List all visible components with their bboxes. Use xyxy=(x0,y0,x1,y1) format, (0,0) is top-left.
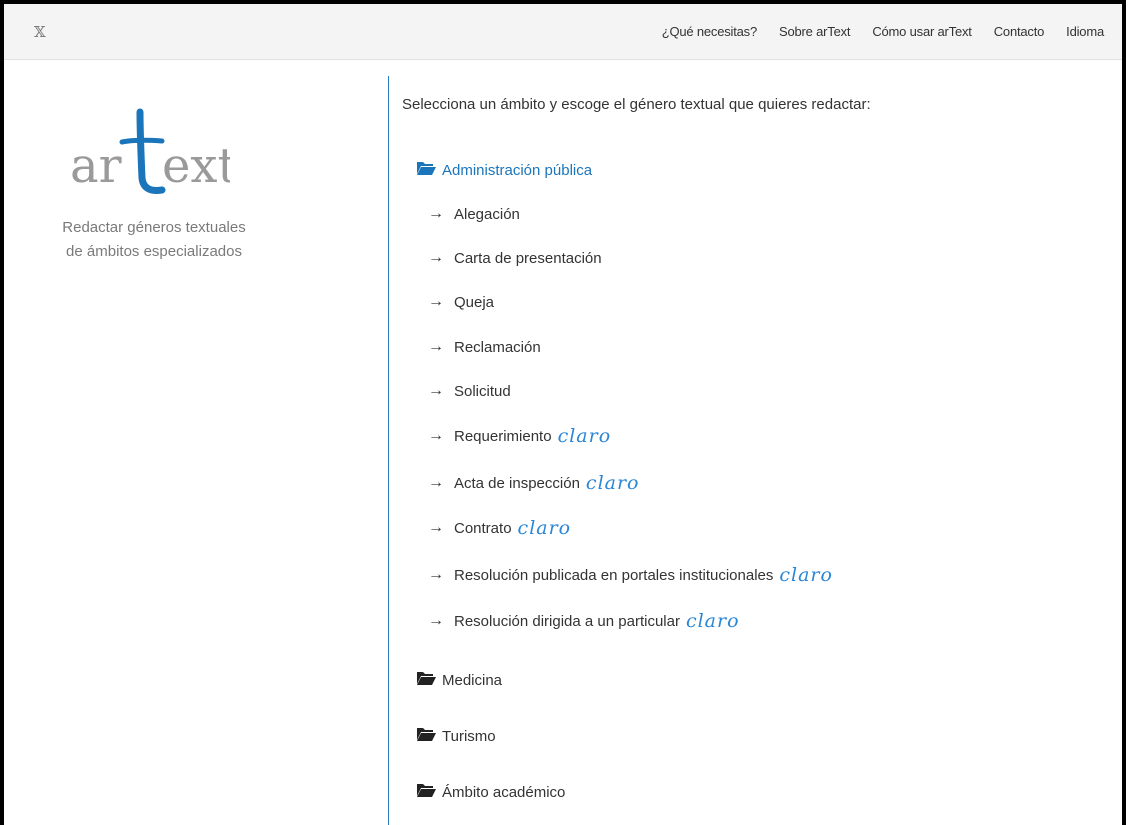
category-administracion-publica[interactable]: Administración pública xyxy=(416,160,592,180)
arrow-right-icon: → xyxy=(428,382,444,399)
claro-tag: claro xyxy=(517,517,572,539)
arrow-right-icon: → xyxy=(428,293,444,310)
tagline-line-2: de ámbitos especializados xyxy=(66,243,242,260)
tagline-line-1: Redactar géneros textuales xyxy=(62,219,246,236)
genre-label: Solicitud xyxy=(454,382,511,400)
arrow-right-icon: → xyxy=(428,474,444,491)
genre-label: Carta de presentación xyxy=(454,249,602,267)
genre-item[interactable]: → Resolución publicada en portales insti… xyxy=(428,564,833,586)
arrow-right-icon: → xyxy=(428,205,444,222)
claro-tag: claro xyxy=(585,472,640,494)
artext-logo[interactable]: ar ext xyxy=(70,100,230,200)
folder-icon xyxy=(416,782,436,802)
genre-item[interactable]: → Queja xyxy=(428,293,494,311)
tagline: Redactar géneros textuales de ámbitos es… xyxy=(4,216,304,264)
nav-contacto[interactable]: Contacto xyxy=(994,24,1045,39)
category-label: Administración pública xyxy=(442,161,593,179)
genre-item[interactable]: → Acta de inspección claro xyxy=(428,472,640,494)
claro-tag: claro xyxy=(779,564,833,586)
arrow-right-icon: → xyxy=(428,427,444,444)
arrow-right-icon: → xyxy=(428,249,444,266)
nav-idioma[interactable]: Idioma xyxy=(1066,24,1104,39)
genre-label: Alegación xyxy=(454,205,520,223)
top-navbar: 𝕏 ¿Qué necesitas? Sobre arText Cómo usar… xyxy=(4,4,1122,60)
genre-label: Contrato xyxy=(454,519,512,537)
vertical-divider xyxy=(388,76,389,825)
x-social-icon[interactable]: 𝕏 xyxy=(34,23,46,41)
nav-como-usar[interactable]: Cómo usar arText xyxy=(872,24,972,39)
claro-tag: claro xyxy=(685,610,740,632)
category-label: Turismo xyxy=(442,727,496,745)
category-label: Medicina xyxy=(442,671,503,689)
arrow-right-icon: → xyxy=(428,566,444,583)
genre-label: Queja xyxy=(454,293,495,311)
genre-label: Reclamación xyxy=(454,338,541,356)
sidebar: ar ext Redactar géneros textuales de ámb… xyxy=(4,60,388,825)
genre-item[interactable]: → Reclamación xyxy=(428,338,541,356)
nav-sobre-artext[interactable]: Sobre arText xyxy=(779,24,851,39)
claro-tag: claro xyxy=(557,425,612,447)
genre-label: Resolución dirigida a un particular xyxy=(454,612,680,630)
genre-label: Acta de inspección xyxy=(454,474,580,492)
category-label: Ámbito académico xyxy=(442,783,566,801)
genre-item[interactable]: → Requerimiento claro xyxy=(428,425,611,447)
genre-item[interactable]: → Alegación xyxy=(428,205,520,223)
genre-item[interactable]: → Carta de presentación xyxy=(428,249,602,267)
genre-label: Resolución publicada en portales institu… xyxy=(454,566,774,584)
folder-open-icon xyxy=(416,160,436,180)
genre-item[interactable]: → Resolución dirigida a un particular cl… xyxy=(428,610,740,632)
folder-icon xyxy=(416,726,436,746)
category-ambito-academico[interactable]: Ámbito académico xyxy=(416,782,565,802)
arrow-right-icon: → xyxy=(428,612,444,629)
nav-que-necesitas[interactable]: ¿Qué necesitas? xyxy=(662,24,757,39)
arrow-right-icon: → xyxy=(428,519,444,536)
svg-text:ext: ext xyxy=(162,138,230,194)
genre-item[interactable]: → Contrato claro xyxy=(428,517,571,539)
genre-item[interactable]: → Solicitud xyxy=(428,382,511,400)
category-medicina[interactable]: Medicina xyxy=(416,670,502,690)
folder-icon xyxy=(416,670,436,690)
arrow-right-icon: → xyxy=(428,338,444,355)
category-turismo[interactable]: Turismo xyxy=(416,726,496,746)
genre-label: Requerimiento xyxy=(454,427,552,445)
main-nav: ¿Qué necesitas? Sobre arText Cómo usar a… xyxy=(640,24,1104,39)
svg-text:ar: ar xyxy=(70,138,122,194)
intro-text: Selecciona un ámbito y escoge el género … xyxy=(402,96,871,113)
